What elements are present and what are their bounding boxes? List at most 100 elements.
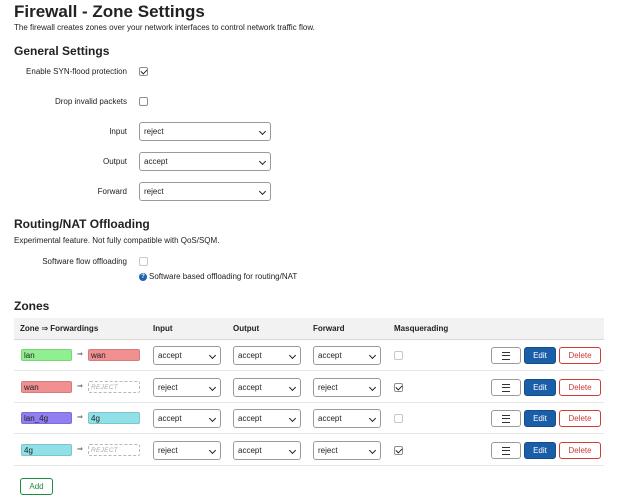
zone-input-value: accept xyxy=(158,351,182,360)
zones-table-header: Zone ⇒ Forwardings Input Output Forward … xyxy=(14,318,604,340)
chevron-down-icon xyxy=(258,157,267,166)
sw-offload-checkbox[interactable] xyxy=(139,257,148,266)
zone-input-value: accept xyxy=(158,414,182,423)
zone-row: 4g ⇒ REJECT reject accept reject Edit Delete xyxy=(14,436,604,466)
zone-output-select[interactable]: accept xyxy=(233,378,301,397)
col-output: Output xyxy=(233,324,260,333)
col-forward: Forward xyxy=(313,324,345,333)
zone-input-value: reject xyxy=(158,446,178,455)
chevron-down-icon xyxy=(368,414,377,423)
chevron-down-icon xyxy=(258,187,267,196)
forward-zone-badge: 4g xyxy=(88,412,140,424)
sw-offload-label: Software flow offloading xyxy=(42,257,127,266)
forward-reject-badge: REJECT xyxy=(88,444,140,456)
forward-label: Forward xyxy=(97,187,127,196)
zone-delete-button[interactable]: Delete xyxy=(559,379,601,396)
zone-output-select[interactable]: accept xyxy=(233,409,301,428)
chevron-down-icon xyxy=(368,383,377,392)
offloading-note: Experimental feature. Not fully compatib… xyxy=(14,236,220,245)
masquerading-checkbox[interactable] xyxy=(394,383,403,392)
chevron-down-icon xyxy=(288,414,297,423)
forward-policy-select[interactable]: reject xyxy=(139,182,271,201)
list-icon xyxy=(502,446,510,455)
zone-output-value: accept xyxy=(238,383,262,392)
zone-edit-button[interactable]: Edit xyxy=(524,442,556,459)
list-icon xyxy=(502,351,510,360)
zone-output-select[interactable]: accept xyxy=(233,346,301,365)
offloading-heading: Routing/NAT Offloading xyxy=(14,217,150,231)
forward-arrow: ⇒ xyxy=(77,414,83,421)
chevron-down-icon xyxy=(258,127,267,136)
zone-forward-value: reject xyxy=(318,383,338,392)
zone-input-select[interactable]: reject xyxy=(153,441,221,460)
page-description: The firewall creates zones over your net… xyxy=(14,23,315,32)
forward-policy-value: reject xyxy=(144,187,164,196)
zone-forward-select[interactable]: accept xyxy=(313,346,381,365)
chevron-down-icon xyxy=(288,446,297,455)
list-icon xyxy=(502,383,510,392)
masquerading-checkbox[interactable] xyxy=(394,351,403,360)
forward-zone-badge: wan xyxy=(88,349,140,361)
col-masquerading: Masquerading xyxy=(394,324,449,333)
chevron-down-icon xyxy=(208,446,217,455)
zone-row: lan_4g ⇒ 4g accept accept accept Edit Delete xyxy=(14,404,604,434)
zone-menu-button[interactable] xyxy=(491,379,521,396)
zone-forward-select[interactable]: reject xyxy=(313,441,381,460)
zone-menu-button[interactable] xyxy=(491,347,521,364)
syn-flood-label: Enable SYN-flood protection xyxy=(26,67,127,76)
zone-edit-button[interactable]: Edit xyxy=(524,410,556,427)
zone-edit-button[interactable]: Edit xyxy=(524,347,556,364)
zone-menu-button[interactable] xyxy=(491,410,521,427)
output-policy-value: accept xyxy=(144,157,168,166)
forward-arrow: ⇒ xyxy=(77,446,83,453)
zone-badge: lan xyxy=(21,349,72,361)
zone-output-select[interactable]: accept xyxy=(233,441,301,460)
col-zone: Zone ⇒ Forwardings xyxy=(20,324,99,333)
input-label: Input xyxy=(109,127,127,136)
zone-row: wan ⇒ REJECT reject accept reject Edit Delete xyxy=(14,373,604,403)
add-zone-button[interactable]: Add xyxy=(20,478,53,495)
zone-forward-select[interactable]: reject xyxy=(313,378,381,397)
zone-input-select[interactable]: reject xyxy=(153,378,221,397)
sw-offload-help: ? Software based offloading for routing/N… xyxy=(139,271,297,283)
input-policy-value: reject xyxy=(144,127,164,136)
input-policy-select[interactable]: reject xyxy=(139,122,271,141)
forward-arrow: ⇒ xyxy=(77,351,83,358)
zone-input-select[interactable]: accept xyxy=(153,409,221,428)
zone-forward-value: accept xyxy=(318,414,342,423)
zone-forward-value: accept xyxy=(318,351,342,360)
zone-input-select[interactable]: accept xyxy=(153,346,221,365)
zone-menu-button[interactable] xyxy=(491,442,521,459)
sw-offload-help-text: Software based offloading for routing/NA… xyxy=(149,272,298,281)
list-icon xyxy=(502,414,510,423)
chevron-down-icon xyxy=(288,383,297,392)
zone-badge: 4g xyxy=(21,444,72,456)
zone-badge: wan xyxy=(21,381,72,393)
zone-output-value: accept xyxy=(238,446,262,455)
masquerading-checkbox[interactable] xyxy=(394,414,403,423)
chevron-down-icon xyxy=(368,351,377,360)
zone-output-value: accept xyxy=(238,414,262,423)
question-circle-icon: ? xyxy=(139,272,147,281)
zone-input-value: reject xyxy=(158,383,178,392)
zone-forward-select[interactable]: accept xyxy=(313,409,381,428)
output-policy-select[interactable]: accept xyxy=(139,152,271,171)
page-title: Firewall - Zone Settings xyxy=(14,2,205,21)
zone-delete-button[interactable]: Delete xyxy=(559,442,601,459)
zone-row: lan ⇒ wan accept accept accept Edit Delete xyxy=(14,341,604,371)
zone-delete-button[interactable]: Delete xyxy=(559,410,601,427)
syn-flood-checkbox[interactable] xyxy=(139,67,148,76)
zone-edit-button[interactable]: Edit xyxy=(524,379,556,396)
drop-invalid-checkbox[interactable] xyxy=(139,97,148,106)
zones-heading: Zones xyxy=(14,299,50,313)
chevron-down-icon xyxy=(208,383,217,392)
output-label: Output xyxy=(102,157,127,166)
forward-reject-badge: REJECT xyxy=(88,381,140,393)
chevron-down-icon xyxy=(208,351,217,360)
zone-badge: lan_4g xyxy=(21,412,72,424)
chevron-down-icon xyxy=(368,446,377,455)
col-input: Input xyxy=(153,324,173,333)
zone-delete-button[interactable]: Delete xyxy=(559,347,601,364)
drop-invalid-label: Drop invalid packets xyxy=(54,97,127,106)
masquerading-checkbox[interactable] xyxy=(394,446,403,455)
